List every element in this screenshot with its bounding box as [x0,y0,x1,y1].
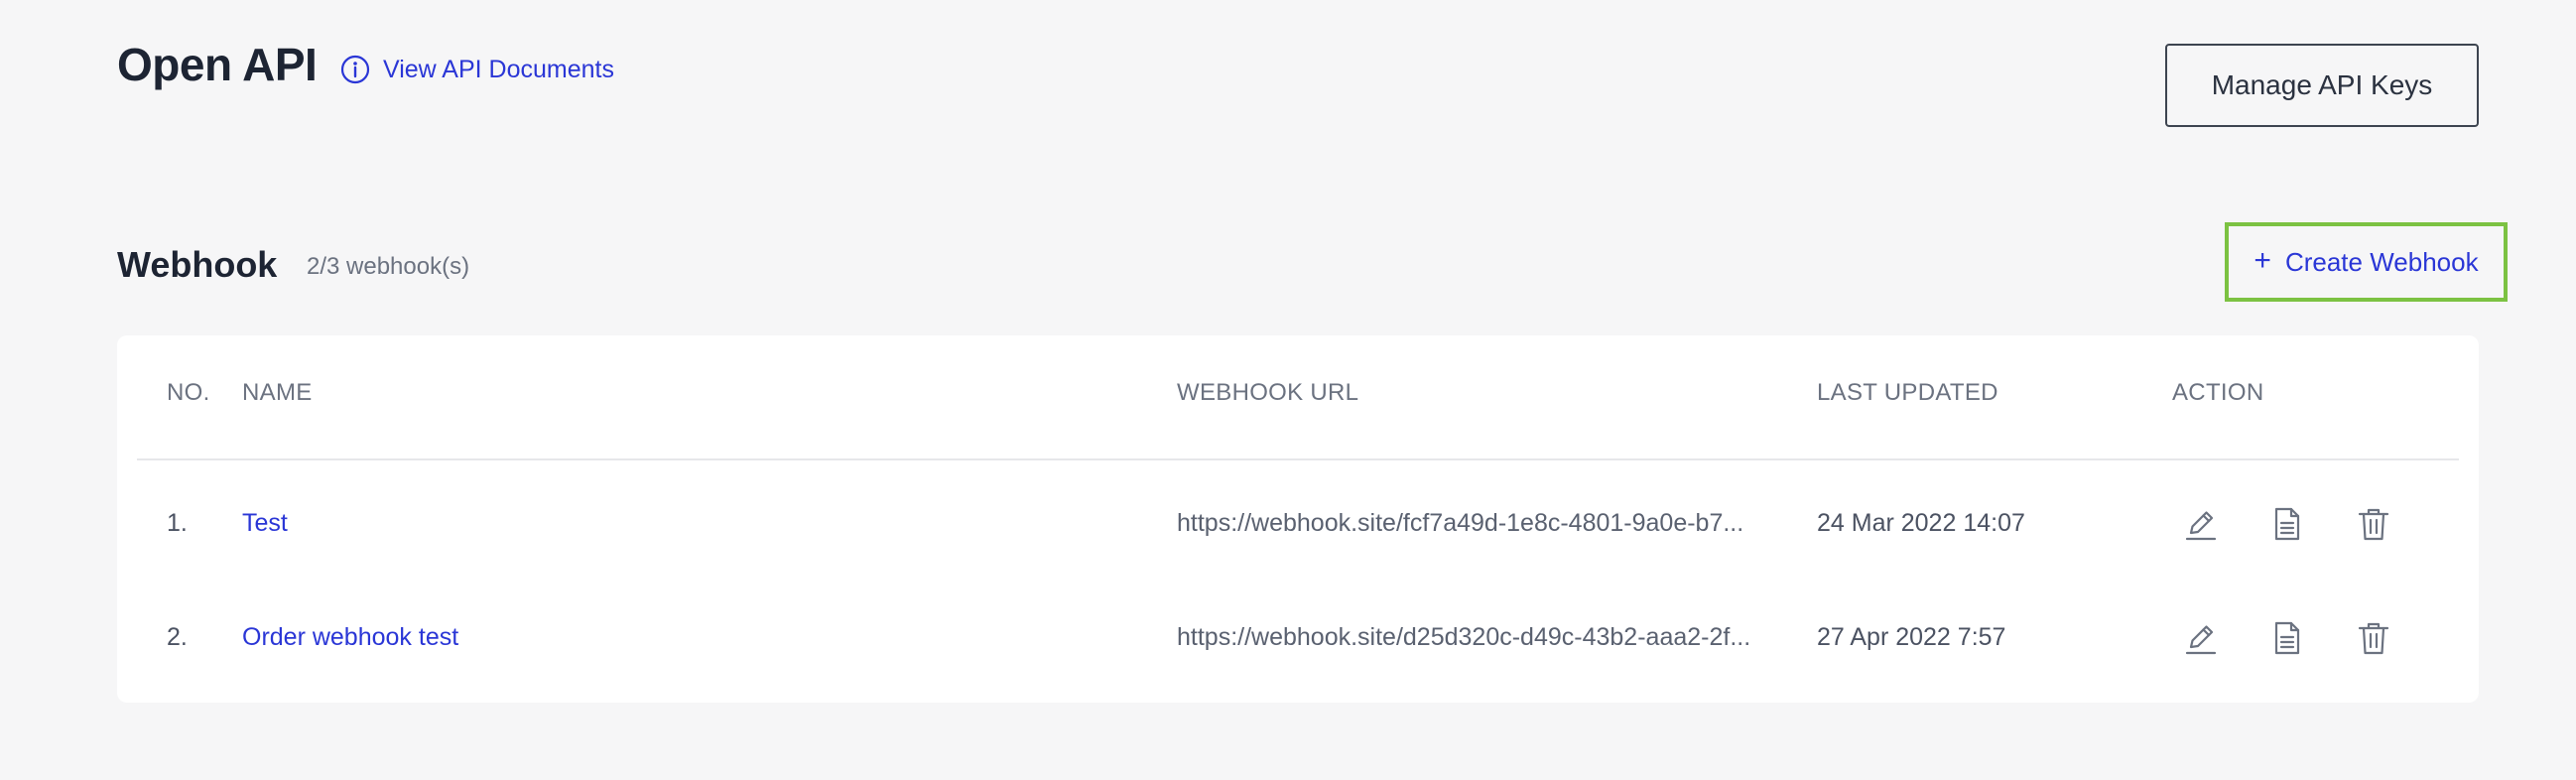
manage-api-keys-button[interactable]: Manage API Keys [2165,44,2479,127]
open-api-page: Open API View API Documents Manage API K… [0,0,2576,780]
document-icon[interactable] [2267,504,2307,544]
webhook-count: 2/3 webhook(s) [307,253,470,280]
column-header-name: NAME [242,379,313,406]
webhook-name-link[interactable]: Order webhook test [242,623,458,652]
document-icon[interactable] [2267,618,2307,658]
create-webhook-button[interactable]: + Create Webhook [2225,222,2508,302]
column-header-webhook-url: WEBHOOK URL [1177,379,1359,406]
info-icon [339,54,371,85]
last-updated: 27 Apr 2022 7:57 [1817,623,2006,651]
webhook-section-title: Webhook [117,244,278,285]
row-number: 2. [167,623,188,651]
webhook-url: https://webhook.site/fcf7a49d-1e8c-4801-… [1177,509,1744,537]
row-number: 1. [167,509,188,537]
trash-icon[interactable] [2354,618,2393,658]
view-api-documents-label: View API Documents [383,55,614,83]
webhook-table: NO. NAME WEBHOOK URL LAST UPDATED ACTION… [117,335,2479,703]
edit-icon[interactable] [2181,618,2221,658]
last-updated: 24 Mar 2022 14:07 [1817,509,2025,537]
column-header-action: ACTION [2172,379,2264,406]
create-webhook-label: Create Webhook [2284,246,2479,277]
page-title: Open API [117,39,318,90]
view-api-documents-link[interactable]: View API Documents [339,54,614,85]
trash-icon[interactable] [2354,504,2393,544]
webhook-url: https://webhook.site/d25d320c-d49c-43b2-… [1177,623,1751,651]
table-header-divider [137,458,2459,460]
row-actions [2181,618,2393,658]
column-header-no: NO. [167,379,210,406]
column-header-last-updated: LAST UPDATED [1817,379,1998,406]
plus-icon: + [2254,243,2271,277]
webhook-name-link[interactable]: Test [242,509,288,538]
edit-icon[interactable] [2181,504,2221,544]
row-actions [2181,504,2393,544]
